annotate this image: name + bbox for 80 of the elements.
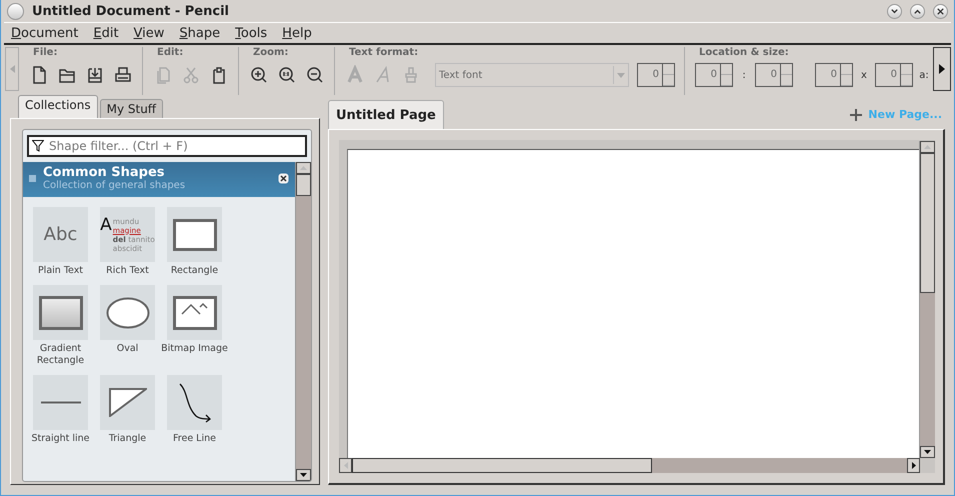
plus-icon bbox=[850, 108, 862, 120]
zoom-reset-icon[interactable] bbox=[277, 65, 297, 85]
scrollbar-thumb[interactable] bbox=[296, 174, 311, 196]
window-menu-button[interactable] bbox=[7, 2, 24, 20]
left-arrow-icon bbox=[10, 65, 14, 73]
close-icon[interactable] bbox=[278, 173, 289, 184]
number-field[interactable]: 0 bbox=[815, 63, 853, 87]
shape-label: Plain Text bbox=[36, 265, 84, 277]
window-title: Untitled Document - Pencil bbox=[32, 4, 230, 18]
shape-tile[interactable] bbox=[167, 285, 222, 340]
font-dropdown[interactable]: Text font bbox=[435, 63, 629, 87]
page-tab[interactable]: Untitled Page bbox=[328, 100, 444, 129]
sidebar-tab[interactable]: Collections bbox=[18, 95, 98, 118]
shape-tile[interactable] bbox=[33, 375, 88, 430]
oval-icon bbox=[106, 296, 150, 328]
triangle-icon bbox=[108, 388, 146, 417]
group-label: File: bbox=[32, 47, 58, 60]
chevron-down-icon bbox=[890, 6, 899, 16]
shape-label: Bitmap Image bbox=[160, 343, 229, 355]
horizontal-scrollbar[interactable] bbox=[339, 458, 920, 473]
filter-icon bbox=[32, 140, 44, 152]
group-label: Edit: bbox=[156, 47, 184, 60]
shape-label: Oval bbox=[116, 343, 140, 355]
close-icon bbox=[936, 6, 945, 16]
shape-label: Rich Text bbox=[105, 265, 150, 277]
shape-label: Free Line bbox=[172, 433, 217, 445]
down-arrow-icon bbox=[924, 450, 931, 454]
right-arrow-icon bbox=[939, 64, 945, 74]
line-icon bbox=[40, 401, 80, 404]
shape-tile[interactable] bbox=[33, 285, 88, 340]
shape-label: Straight line bbox=[30, 433, 91, 445]
shape-filter-field[interactable]: Shape filter... (Ctrl + F) bbox=[27, 135, 307, 157]
shape-label: Rectangle bbox=[170, 265, 220, 277]
menu-item[interactable]: Shape bbox=[172, 26, 228, 40]
minimize-button[interactable] bbox=[887, 4, 902, 18]
number-field[interactable]: 0 bbox=[637, 63, 675, 87]
right-arrow-icon bbox=[912, 462, 916, 469]
scroll-right-button[interactable] bbox=[933, 47, 951, 91]
zoom-out-icon[interactable] bbox=[305, 65, 325, 85]
group-label: Location & size: bbox=[698, 47, 790, 60]
rectangle-icon bbox=[172, 218, 216, 250]
print-icon[interactable] bbox=[113, 65, 133, 85]
number-field[interactable]: 0 bbox=[695, 63, 733, 87]
number-field[interactable]: 0 bbox=[875, 63, 913, 87]
shape-label: Triangle bbox=[108, 433, 148, 445]
shape-tile[interactable] bbox=[100, 285, 155, 340]
scrollbar-thumb[interactable] bbox=[352, 458, 652, 473]
separator-label: : bbox=[741, 70, 747, 80]
group-label: Text format: bbox=[348, 47, 420, 60]
menu-item[interactable]: Help bbox=[275, 26, 320, 40]
text-preview: Abc bbox=[44, 224, 78, 245]
scrollbar-thumb[interactable] bbox=[920, 153, 935, 293]
menu-item[interactable]: View bbox=[126, 26, 172, 40]
collection-subtitle: Collection of general shapes bbox=[43, 180, 186, 191]
group-label: Zoom: bbox=[252, 47, 290, 60]
dropdown-arrow-icon bbox=[617, 72, 625, 78]
separator-label: x bbox=[860, 70, 868, 80]
gradient-rectangle-icon bbox=[38, 296, 82, 330]
maximize-button[interactable] bbox=[910, 4, 925, 18]
down-arrow-icon bbox=[300, 473, 307, 477]
text-preview: A bbox=[100, 216, 112, 234]
vertical-scrollbar[interactable] bbox=[919, 141, 935, 458]
shape-tile[interactable] bbox=[100, 375, 155, 430]
shape-tile[interactable]: Abc bbox=[33, 207, 88, 262]
zoom-in-icon[interactable] bbox=[249, 65, 269, 85]
number-field[interactable]: 0 bbox=[755, 63, 793, 87]
menu-item[interactable]: Tools bbox=[228, 26, 276, 40]
angle-label: a: bbox=[919, 70, 929, 80]
shape-tile[interactable] bbox=[167, 207, 222, 262]
curve-arrow-icon bbox=[178, 382, 212, 422]
close-button[interactable] bbox=[933, 4, 948, 18]
collection-header[interactable]: Common Shapes Collection of general shapes bbox=[23, 162, 295, 197]
vertical-scrollbar[interactable] bbox=[295, 162, 311, 481]
menu-item[interactable]: Edit bbox=[86, 26, 127, 40]
menu-item[interactable]: Document bbox=[4, 26, 86, 40]
shape-tile[interactable] bbox=[167, 375, 222, 430]
collection-title: Common Shapes bbox=[43, 165, 165, 180]
image-icon bbox=[172, 296, 216, 330]
shape-label: Gradient Rectangle bbox=[36, 343, 86, 367]
sidebar-tab[interactable]: My Stuff bbox=[100, 99, 164, 118]
